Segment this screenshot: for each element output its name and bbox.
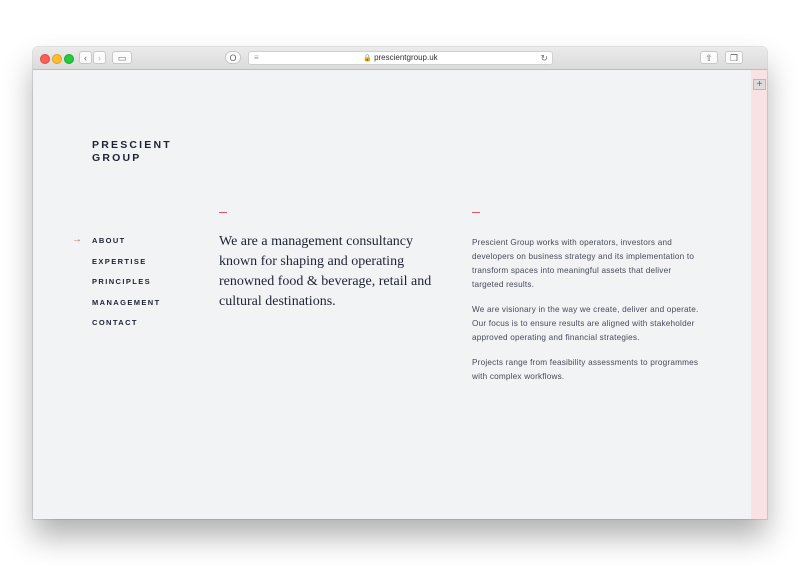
share-icon: ⇧ [705, 53, 713, 63]
nav-item-label: MANAGEMENT [92, 297, 161, 307]
lock-icon: 🔒 [363, 55, 373, 62]
tabs-button[interactable]: ❐ [725, 51, 743, 64]
paragraph: We are visionary in the way we create, d… [472, 305, 699, 342]
arrow-right-icon: → [72, 234, 82, 245]
accent-dash [472, 212, 480, 214]
chevron-left-icon: ‹ [84, 53, 87, 63]
nav-item-principles[interactable]: PRINCIPLES [92, 277, 161, 298]
browser-window: ‹ › ▭ O ≡ 🔒 prescientgroup.uk ↻ ⇧ ❐ PRESC… [33, 47, 767, 519]
nav-item-contact[interactable]: CONTACT [92, 318, 161, 339]
nav-item-label: EXPERTISE [92, 256, 147, 266]
close-window-button[interactable] [40, 54, 50, 64]
share-button[interactable]: ⇧ [700, 51, 718, 64]
nav-item-about[interactable]: → ABOUT [72, 235, 161, 257]
paragraph: Prescient Group works with operators, in… [472, 238, 695, 289]
nav-item-label: PRINCIPLES [92, 277, 152, 286]
sidebar-icon: ▭ [117, 53, 127, 63]
forward-button[interactable]: › [93, 51, 106, 64]
nav-item-management[interactable]: MANAGEMENT [92, 298, 161, 319]
sidebar-toggle-button[interactable]: ▭ [112, 51, 132, 64]
opera-icon: O [229, 53, 237, 63]
extension-button[interactable]: O [225, 51, 241, 64]
plus-icon: + [756, 79, 763, 90]
back-button[interactable]: ‹ [79, 51, 92, 64]
site-logo[interactable]: PRESCIENT GROUP [92, 139, 172, 165]
nav-item-label: ABOUT [92, 236, 126, 245]
browser-toolbar: ‹ › ▭ O ≡ 🔒 prescientgroup.uk ↻ ⇧ ❐ [33, 47, 767, 70]
chevron-right-icon: › [98, 53, 101, 63]
accent-dash [219, 212, 227, 214]
reader-icon[interactable]: ≡ [254, 52, 259, 64]
minimize-window-button[interactable] [52, 54, 62, 64]
url-text: prescientgroup.uk [374, 53, 438, 62]
logo-line-1: PRESCIENT [92, 139, 172, 151]
tabs-icon: ❐ [729, 53, 739, 63]
nav-item-expertise[interactable]: EXPERTISE [92, 257, 161, 278]
reload-icon[interactable]: ↻ [540, 52, 548, 64]
zoom-window-button[interactable] [64, 54, 74, 64]
main-nav: → ABOUT EXPERTISE PRINCIPLES MANAGEMENT … [72, 235, 161, 339]
body-copy: Prescient Group works with operators, in… [472, 236, 704, 395]
web-page: PRESCIENT GROUP → ABOUT EXPERTISE PRINCI… [33, 70, 751, 519]
logo-line-2: GROUP [92, 152, 142, 164]
paragraph: Projects range from feasibility assessme… [472, 358, 699, 381]
address-bar[interactable]: ≡ 🔒 prescientgroup.uk ↻ [248, 51, 553, 65]
headline: We are a management consultancy known fo… [219, 234, 432, 309]
nav-item-label: CONTACT [92, 318, 138, 327]
new-tab-button[interactable]: + [753, 79, 766, 90]
side-panel-strip: + [751, 70, 767, 519]
